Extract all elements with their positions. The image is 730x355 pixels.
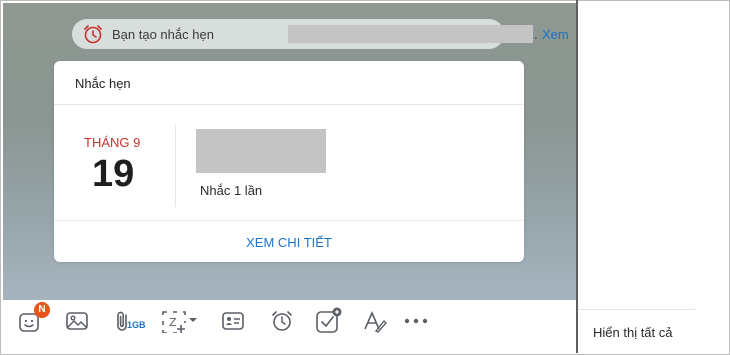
reminder-notification: Bạn tạo nhắc hẹn . Xem [72,19,569,49]
view-details-button[interactable]: XEM CHI TIẾT [54,235,524,250]
format-text-icon[interactable] [362,309,387,333]
image-icon[interactable] [65,309,89,333]
svg-text:Z: Z [169,316,177,329]
card-divider-bottom [54,220,524,221]
show-all-button[interactable]: Hiển thị tất cả [593,325,673,340]
view-link[interactable]: Xem [542,27,569,42]
repeat-setting: Nhắc 1 lần [200,183,263,198]
panel-divider [576,0,578,353]
alarm-clock-icon [82,23,104,45]
redacted-reminder-title [196,129,326,173]
reminder-day: 19 [92,153,135,195]
notification-text: Bạn tạo nhắc hẹn [112,27,214,42]
reminder-month: THÁNG 9 [84,135,141,150]
reminder-card: Nhắc hẹn THÁNG 9 19 Nhắc 1 lần XEM CHI T… [54,61,524,262]
task-icon[interactable] [315,307,343,335]
card-divider-top [54,104,524,105]
file-size-limit: 1GB [127,320,146,330]
screenshot-icon[interactable]: Z [161,309,201,333]
card-title: Nhắc hẹn [75,76,131,91]
redacted-reminder-name [288,25,533,43]
date-divider [175,125,176,207]
more-icon[interactable] [403,309,431,333]
contact-card-icon[interactable] [221,309,245,333]
notification-dot: . [534,27,538,42]
alarm-icon[interactable] [270,309,294,333]
sidebar-divider [578,309,695,310]
new-badge: N [34,302,50,318]
